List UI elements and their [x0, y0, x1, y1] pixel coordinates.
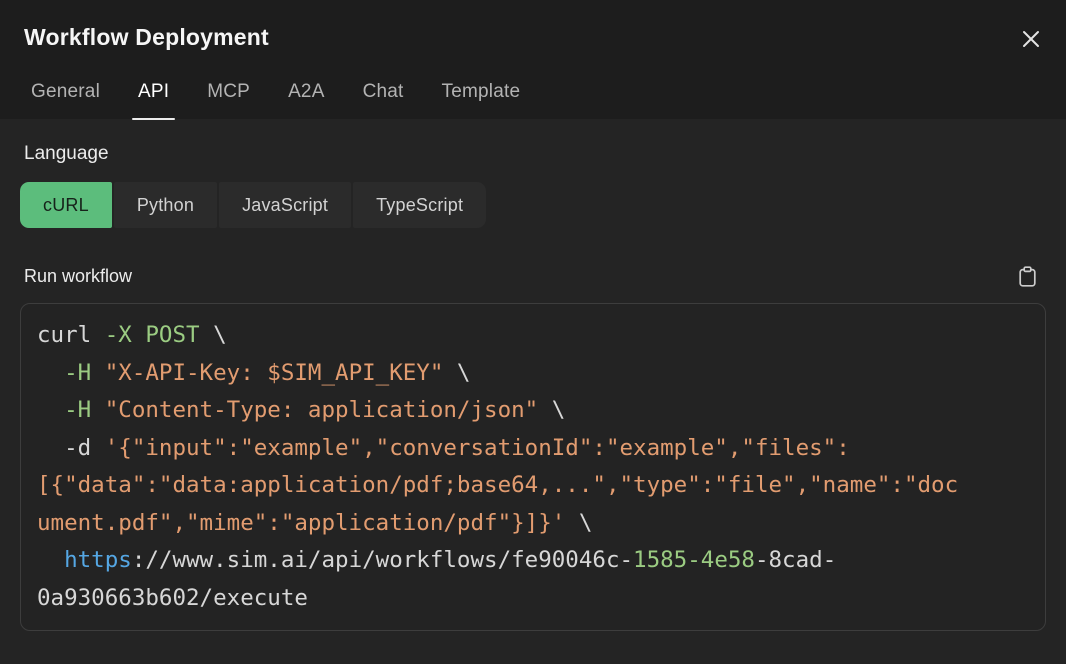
code-line: https://www.sim.ai/api/workflows/fe90046… [37, 542, 1029, 580]
close-icon [1020, 28, 1042, 50]
close-button[interactable] [1016, 24, 1046, 54]
language-option-typescript[interactable]: TypeScript [353, 182, 486, 228]
code-line: ument.pdf","mime":"application/pdf"}]}' … [37, 505, 1029, 543]
code-header: Run workflow [24, 263, 1042, 289]
clipboard-icon [1018, 266, 1037, 287]
language-option-python[interactable]: Python [114, 182, 217, 228]
code-block: curl -X POST \ -H "X-API-Key: $SIM_API_K… [20, 303, 1046, 631]
language-option-javascript[interactable]: JavaScript [219, 182, 351, 228]
dialog-body: Language cURLPythonJavaScriptTypeScript … [0, 119, 1066, 664]
code-line: 0a930663b602/execute [37, 580, 1029, 618]
tab-api[interactable]: API [138, 81, 169, 119]
code-line: [{"data":"data:application/pdf;base64,..… [37, 467, 1029, 505]
code-line: curl -X POST \ [37, 317, 1029, 355]
tab-general[interactable]: General [31, 81, 100, 119]
dialog-title: Workflow Deployment [24, 22, 269, 51]
code-line: -H "Content-Type: application/json" \ [37, 392, 1029, 430]
tab-chat[interactable]: Chat [363, 81, 404, 119]
workflow-deployment-dialog: Workflow Deployment General API MCP A2A Chat… [0, 0, 1066, 664]
language-option-curl[interactable]: cURL [20, 182, 112, 228]
tab-mcp[interactable]: MCP [207, 81, 250, 119]
language-label: Language [24, 143, 1042, 165]
copy-button[interactable] [1014, 263, 1040, 289]
dialog-header: Workflow Deployment General API MCP A2A Chat… [0, 0, 1066, 119]
tab-template[interactable]: Template [442, 81, 521, 119]
language-selector: cURLPythonJavaScriptTypeScript [20, 182, 1046, 228]
run-workflow-label: Run workflow [24, 266, 132, 287]
tab-a2a[interactable]: A2A [288, 81, 325, 119]
tab-bar: General API MCP A2A Chat Template [24, 81, 1042, 119]
code-line: -H "X-API-Key: $SIM_API_KEY" \ [37, 355, 1029, 393]
code-line: -d '{"input":"example","conversationId":… [37, 430, 1029, 468]
